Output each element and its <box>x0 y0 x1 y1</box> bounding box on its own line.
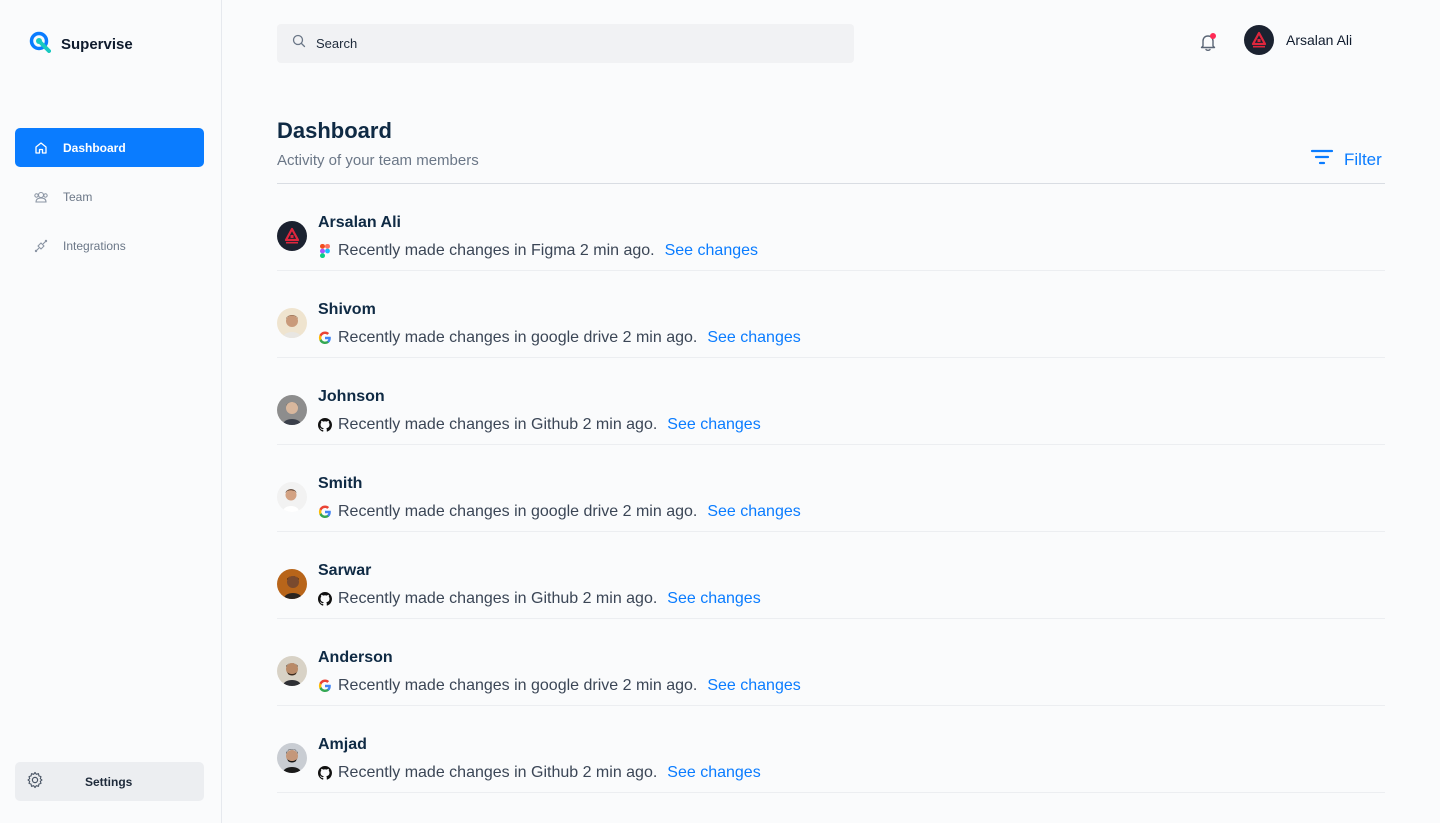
team-icon <box>33 189 49 205</box>
sidebar: Supervise Dashboard Team Integrations Se… <box>0 0 222 823</box>
member-name: Arsalan Ali <box>318 214 401 231</box>
see-changes-link[interactable]: See changes <box>667 764 760 782</box>
see-changes-link[interactable]: See changes <box>667 590 760 608</box>
list-item: Arsalan Ali Recently made changes in Fig… <box>277 184 1385 271</box>
sidebar-item-integrations[interactable]: Integrations <box>15 226 204 265</box>
member-name: Shivom <box>318 301 376 318</box>
sidebar-nav: Dashboard Team Integrations <box>15 128 204 275</box>
supervise-logo-icon <box>29 31 51 58</box>
figma-icon <box>318 243 332 259</box>
see-changes-link[interactable]: See changes <box>667 416 760 434</box>
avatar[interactable] <box>277 743 307 773</box>
github-icon <box>318 417 332 433</box>
avatar <box>1244 25 1274 55</box>
avatar[interactable] <box>277 482 307 512</box>
see-changes-link[interactable]: See changes <box>665 242 758 260</box>
filter-label: Filter <box>1344 149 1382 169</box>
see-changes-link[interactable]: See changes <box>707 503 800 521</box>
github-icon <box>318 591 332 607</box>
activity-description: Recently made changes in google drive 2 … <box>318 677 801 695</box>
list-item: Anderson Recently made changes in google… <box>277 619 1385 706</box>
activity-text: Recently made changes in Figma 2 min ago… <box>338 242 655 259</box>
filter-icon <box>1310 148 1334 171</box>
filter-button[interactable]: Filter <box>1310 148 1382 171</box>
user-name: Arsalan Ali <box>1286 32 1353 48</box>
activity-text: Recently made changes in google drive 2 … <box>338 677 698 694</box>
activity-text: Recently made changes in google drive 2 … <box>338 329 698 346</box>
bell-icon <box>1198 35 1218 57</box>
google-icon <box>318 504 332 520</box>
list-item: Shivom Recently made changes in google d… <box>277 271 1385 358</box>
github-icon <box>318 765 332 781</box>
search-input[interactable] <box>316 36 816 51</box>
sidebar-item-label: Integrations <box>63 238 126 253</box>
google-icon <box>318 330 332 346</box>
see-changes-link[interactable]: See changes <box>707 329 800 347</box>
page-subtitle: Activity of your team members <box>277 152 479 169</box>
user-menu[interactable]: Arsalan Ali <box>1244 25 1352 55</box>
activity-description: Recently made changes in Github 2 min ag… <box>318 764 761 782</box>
member-name: Anderson <box>318 649 393 666</box>
activity-text: Recently made changes in google drive 2 … <box>338 503 698 520</box>
integrations-icon <box>33 238 49 254</box>
activity-text: Recently made changes in Github 2 min ag… <box>338 416 658 433</box>
avatar[interactable] <box>277 308 307 338</box>
notifications-button[interactable] <box>1198 31 1218 53</box>
notification-dot <box>1210 33 1216 39</box>
see-changes-link[interactable]: See changes <box>707 677 800 695</box>
activity-description: Recently made changes in Github 2 min ag… <box>318 416 761 434</box>
gear-icon <box>26 771 44 792</box>
settings-button[interactable]: Settings <box>15 762 204 801</box>
sidebar-item-label: Team <box>63 189 93 204</box>
home-icon <box>33 140 49 156</box>
activity-description: Recently made changes in Github 2 min ag… <box>318 590 761 608</box>
brand-name: Supervise <box>61 36 133 53</box>
member-name: Smith <box>318 475 363 492</box>
google-icon <box>318 678 332 694</box>
sidebar-item-dashboard[interactable]: Dashboard <box>15 128 204 167</box>
member-name: Amjad <box>318 736 367 753</box>
activity-feed: Arsalan Ali Recently made changes in Fig… <box>277 184 1385 793</box>
list-item: Sarwar Recently made changes in Github 2… <box>277 532 1385 619</box>
activity-text: Recently made changes in Github 2 min ag… <box>338 764 658 781</box>
avatar[interactable] <box>277 221 307 251</box>
list-item: Amjad Recently made changes in Github 2 … <box>277 706 1385 793</box>
member-name: Johnson <box>318 388 385 405</box>
list-item: Johnson Recently made changes in Github … <box>277 358 1385 445</box>
avatar[interactable] <box>277 569 307 599</box>
avatar[interactable] <box>277 656 307 686</box>
brand[interactable]: Supervise <box>29 31 133 58</box>
activity-description: Recently made changes in google drive 2 … <box>318 503 801 521</box>
page-title: Dashboard <box>277 118 392 143</box>
sidebar-item-label: Dashboard <box>63 140 126 155</box>
search-icon <box>292 34 306 53</box>
settings-label: Settings <box>85 774 133 789</box>
activity-description: Recently made changes in google drive 2 … <box>318 329 801 347</box>
member-name: Sarwar <box>318 562 372 579</box>
list-item: Smith Recently made changes in google dr… <box>277 445 1385 532</box>
activity-text: Recently made changes in Github 2 min ag… <box>338 590 658 607</box>
activity-description: Recently made changes in Figma 2 min ago… <box>318 242 758 260</box>
sidebar-item-team[interactable]: Team <box>15 177 204 216</box>
avatar[interactable] <box>277 395 307 425</box>
search-bar[interactable] <box>277 24 854 63</box>
